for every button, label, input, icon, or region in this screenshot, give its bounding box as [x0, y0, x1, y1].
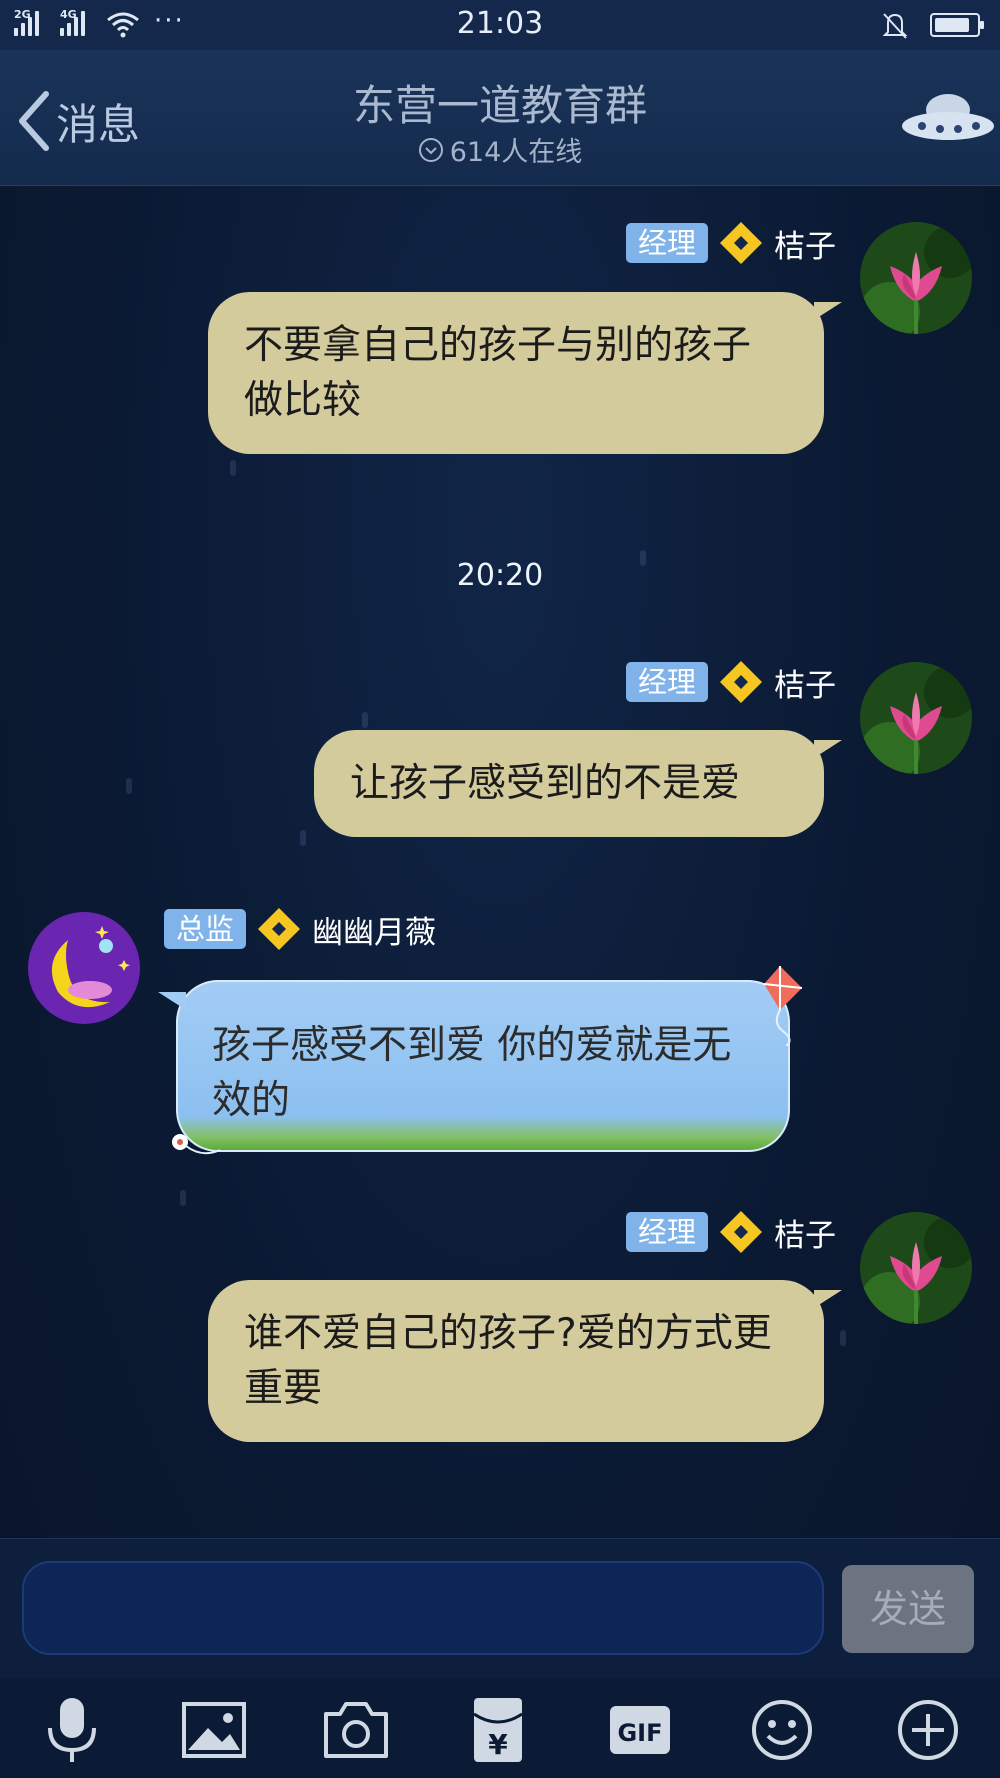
sender-nickname[interactable]: 桔子 — [774, 221, 836, 266]
input-toolbar: ¥ GIF — [0, 1678, 1000, 1778]
message-sender-info: 总监 幽幽月薇 — [164, 906, 436, 952]
sender-nickname[interactable]: 幽幽月薇 — [312, 907, 436, 952]
role-badge: 经理 — [625, 1212, 708, 1252]
online-count-text: 614人在线 — [449, 137, 583, 168]
level-diamond-icon — [720, 222, 762, 264]
message-sender-info: 经理 桔子 — [625, 1209, 836, 1255]
message-input-area: 发送 — [0, 1538, 1000, 1678]
microphone-icon[interactable] — [34, 1692, 110, 1768]
avatar-lotus[interactable] — [860, 222, 972, 334]
role-badge: 总监 — [164, 909, 247, 949]
level-diamond-icon — [720, 1211, 762, 1253]
mute-bell-icon — [882, 13, 908, 39]
battery-level — [935, 18, 969, 32]
sender-nickname[interactable]: 桔子 — [774, 1210, 836, 1255]
message-bubble[interactable]: 不要拿自己的孩子与别的孩子做比较 — [208, 292, 842, 454]
message-sender-info: 经理 桔子 — [625, 659, 836, 705]
group-profile-ufo-icon[interactable] — [900, 90, 996, 150]
chat-background — [0, 0, 1000, 1778]
background-sparkle — [840, 1330, 846, 1346]
message-bubble[interactable]: 让孩子感受到的不是爱 — [314, 730, 842, 837]
image-icon[interactable] — [176, 1692, 252, 1768]
yuan-label: ¥ — [488, 1728, 508, 1761]
gif-label: GIF — [617, 1719, 662, 1747]
message-timestamp: 20:20 — [456, 558, 544, 593]
emoji-icon[interactable] — [744, 1692, 820, 1768]
battery-icon — [930, 13, 984, 37]
plus-icon[interactable] — [890, 1692, 966, 1768]
gif-icon[interactable]: GIF — [602, 1692, 678, 1768]
group-title[interactable]: 东营一道教育群 — [0, 72, 1000, 133]
level-diamond-icon — [258, 908, 301, 950]
message-bubble[interactable]: 谁不爱自己的孩子?爱的方式更重要 — [208, 1280, 842, 1442]
status-bar: 2G 4G ··· 21:03 — [0, 0, 1000, 50]
level-diamond-icon — [720, 661, 762, 703]
role-badge: 经理 — [625, 662, 708, 702]
message-input[interactable] — [22, 1561, 824, 1655]
chat-header: 消息 东营一道教育群 614人在线 — [0, 50, 1000, 186]
avatar-lotus[interactable] — [860, 1212, 972, 1324]
online-count[interactable]: 614人在线 — [0, 130, 1000, 169]
background-sparkle — [300, 830, 306, 846]
red-packet-icon[interactable]: ¥ — [460, 1692, 536, 1768]
avatar-moon[interactable] — [28, 912, 140, 1024]
avatar-lotus[interactable] — [860, 662, 972, 774]
ribbon-decoration-icon — [172, 1134, 221, 1155]
camera-icon[interactable] — [318, 1692, 394, 1768]
chevron-circle-icon — [418, 137, 443, 162]
message-bubble[interactable]: 孩子感受不到爱 你的爱就是无效的 — [158, 980, 790, 1152]
status-time: 21:03 — [456, 6, 544, 41]
background-sparkle — [230, 460, 236, 476]
role-badge: 经理 — [625, 223, 708, 263]
background-sparkle — [180, 1190, 186, 1206]
background-sparkle — [126, 778, 132, 794]
background-sparkle — [362, 712, 368, 728]
sender-nickname[interactable]: 桔子 — [774, 660, 836, 705]
message-sender-info: 经理 桔子 — [625, 220, 836, 266]
kite-decoration-icon — [763, 966, 803, 1046]
send-button[interactable]: 发送 — [842, 1565, 974, 1653]
